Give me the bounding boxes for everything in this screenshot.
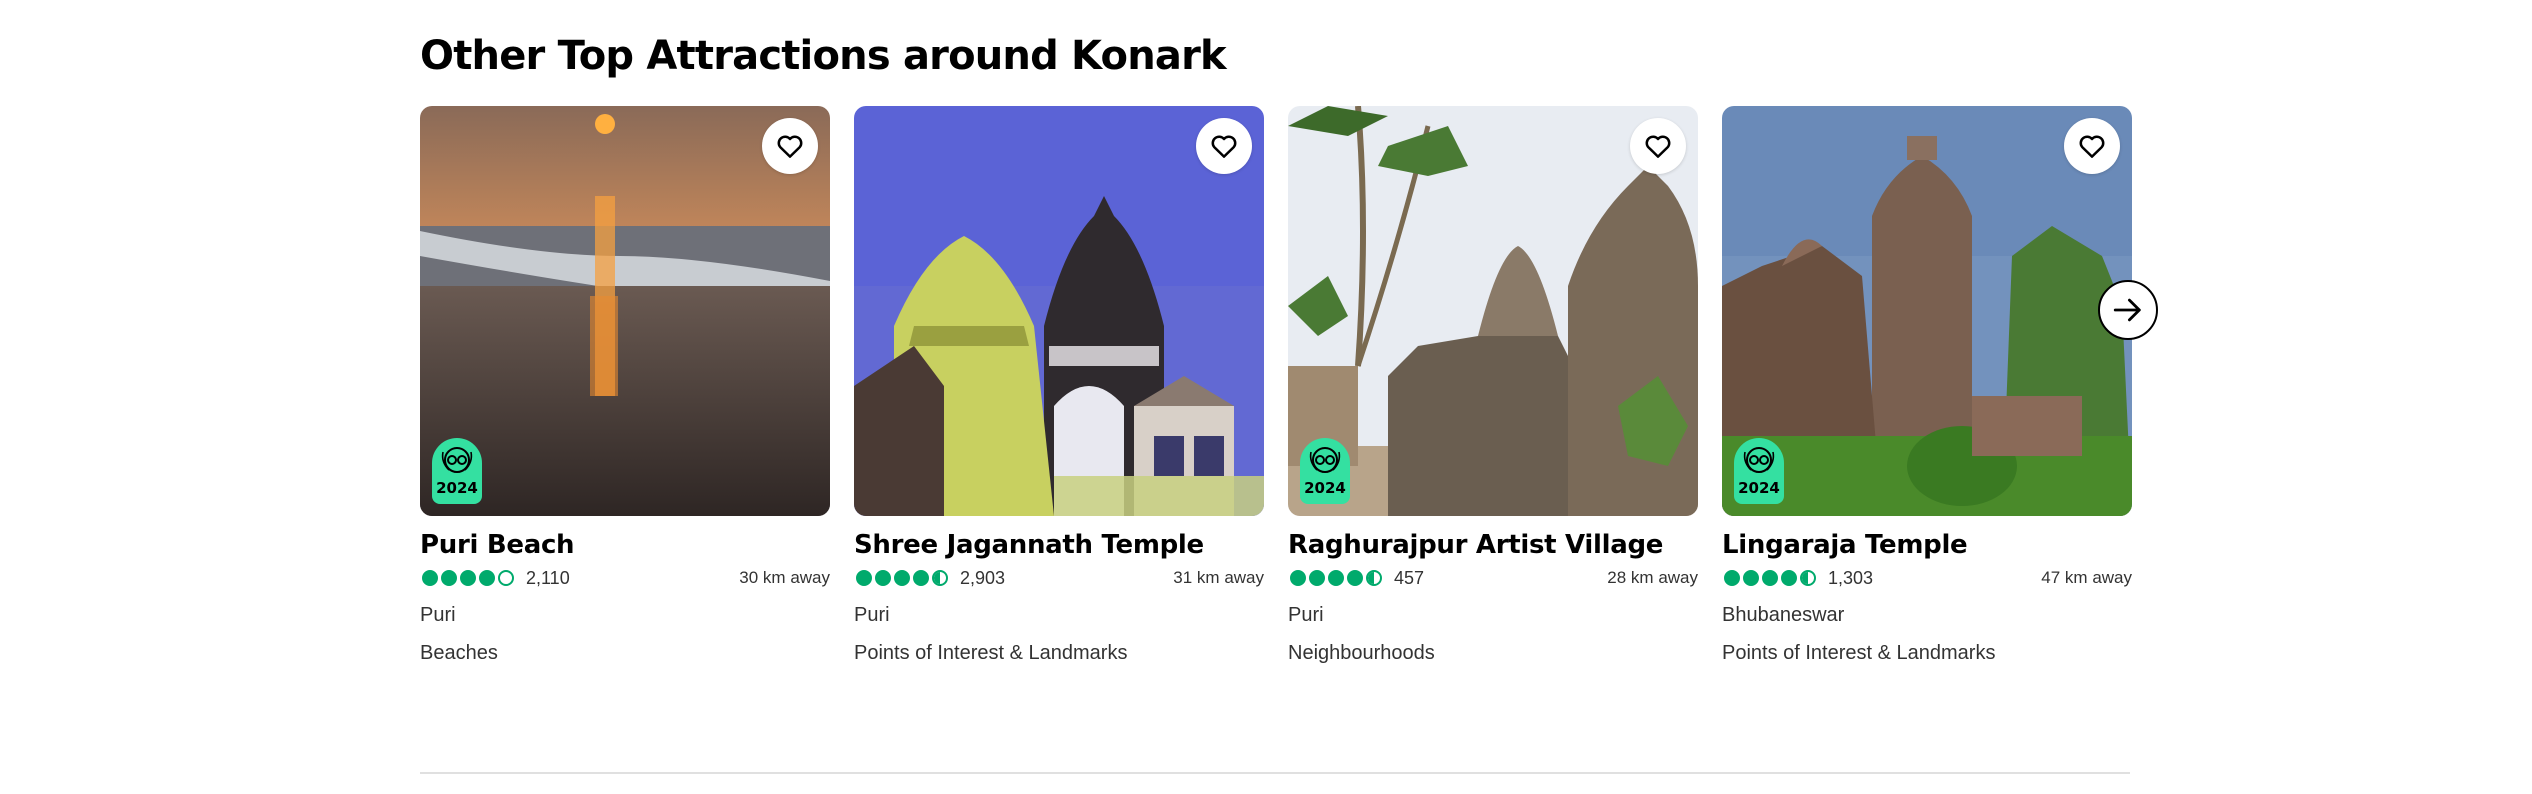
attraction-photo[interactable]: 2024 (420, 106, 830, 516)
rating-bubbles (1724, 570, 1816, 586)
rating-row: 2,110 30 km away (420, 562, 830, 594)
award-year: 2024 (1304, 479, 1346, 497)
travellers-choice-badge: 2024 (1734, 438, 1784, 504)
travellers-choice-icon (1309, 447, 1341, 473)
category: Beaches (420, 642, 498, 664)
distance: 47 km away (2041, 568, 2132, 587)
save-favorite-button[interactable] (1630, 118, 1686, 174)
category: Points of Interest & Landmarks (854, 642, 1128, 664)
review-count: 2,110 (526, 567, 570, 588)
attraction-title[interactable]: Shree Jagannath Temple (854, 528, 1264, 562)
distance: 30 km away (739, 568, 830, 587)
rating-bubbles (856, 570, 948, 586)
rating-bubbles (422, 570, 514, 586)
location: Puri (854, 604, 890, 626)
village-temple-image (1288, 106, 1698, 516)
attraction-card[interactable]: 2024 Raghurajpur Artist Village 457 28 k… (1288, 106, 1698, 672)
category: Points of Interest & Landmarks (1722, 642, 1996, 664)
save-favorite-button[interactable] (1196, 118, 1252, 174)
heart-icon (2079, 135, 2105, 158)
travellers-choice-badge: 2024 (1300, 438, 1350, 504)
attraction-card[interactable]: Shree Jagannath Temple 2,903 31 km away … (854, 106, 1264, 672)
location: Bhubaneswar (1722, 604, 1845, 626)
heart-icon (777, 135, 803, 158)
travellers-choice-icon (1743, 447, 1775, 473)
lingaraja-temple-image (1722, 106, 2132, 516)
attraction-card[interactable]: 2024 Lingaraja Temple 1,303 47 km away B… (1722, 106, 2132, 672)
attraction-card[interactable]: 2024 Puri Beach 2,110 30 km away Puri Be… (420, 106, 830, 672)
award-year: 2024 (1738, 479, 1780, 497)
attraction-title[interactable]: Lingaraja Temple (1722, 528, 2132, 562)
save-favorite-button[interactable] (2064, 118, 2120, 174)
attraction-title[interactable]: Puri Beach (420, 528, 830, 562)
location: Puri (1288, 604, 1324, 626)
heart-icon (1211, 135, 1237, 158)
rating-row: 457 28 km away (1288, 562, 1698, 594)
carousel-next-button[interactable] (2098, 280, 2158, 340)
section-title: Other Top Attractions around Konark (420, 33, 1227, 79)
award-year: 2024 (436, 479, 478, 497)
category: Neighbourhoods (1288, 642, 1435, 664)
review-count: 2,903 (960, 567, 1006, 588)
travellers-choice-badge: 2024 (432, 438, 482, 504)
section-divider (420, 772, 2130, 774)
review-count: 1,303 (1828, 567, 1874, 588)
attraction-photo[interactable]: 2024 (1288, 106, 1698, 516)
attraction-photo[interactable] (854, 106, 1264, 516)
travellers-choice-icon (441, 447, 473, 473)
arrow-right-icon (2113, 298, 2141, 322)
rating-row: 1,303 47 km away (1722, 562, 2132, 594)
attraction-photo[interactable]: 2024 (1722, 106, 2132, 516)
attraction-title[interactable]: Raghurajpur Artist Village (1288, 528, 1698, 562)
location: Puri (420, 604, 456, 626)
rating-bubbles (1290, 570, 1382, 586)
distance: 31 km away (1173, 568, 1264, 587)
save-favorite-button[interactable] (762, 118, 818, 174)
attractions-carousel: 2024 Puri Beach 2,110 30 km away Puri Be… (420, 106, 2132, 686)
beach-sunset-image (420, 106, 830, 516)
review-count: 457 (1394, 567, 1425, 588)
rating-row: 2,903 31 km away (854, 562, 1264, 594)
temple-image (854, 106, 1264, 516)
distance: 28 km away (1607, 568, 1698, 587)
heart-icon (1645, 135, 1671, 158)
